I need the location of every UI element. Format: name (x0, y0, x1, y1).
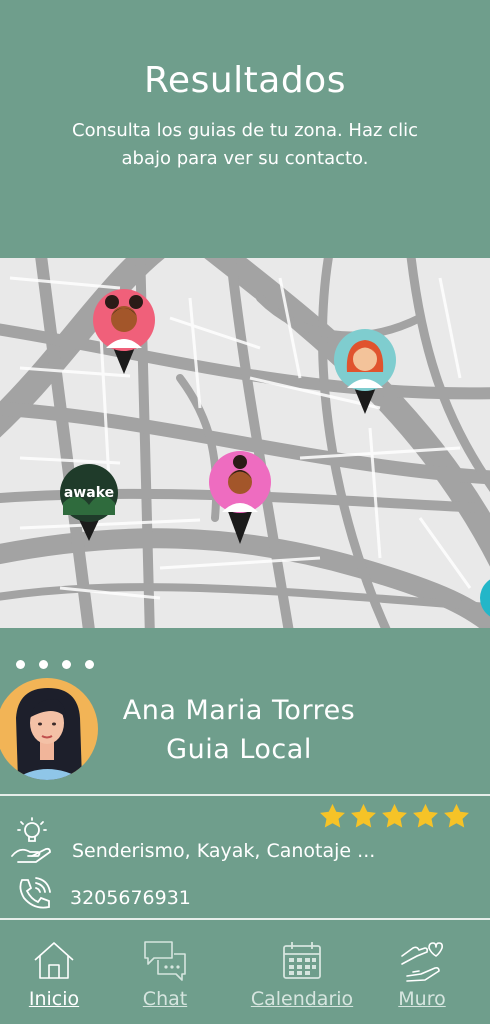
star-icon (413, 803, 438, 828)
guide-pin-3[interactable]: awake (57, 463, 121, 543)
guide-pin-4[interactable] (208, 450, 272, 546)
star-icon (382, 803, 407, 828)
bottom-nav: Inicio Chat Calendario Muro (0, 926, 490, 1024)
guide-avatar[interactable] (0, 678, 98, 780)
carousel-dot[interactable] (16, 660, 25, 669)
guide-pin-2[interactable] (333, 328, 397, 418)
header: Resultados Consulta los guias de tu zona… (0, 0, 490, 258)
phone-icon[interactable] (14, 874, 54, 914)
guide-pin-offscreen[interactable] (478, 576, 490, 624)
nav-label-calendario[interactable]: Calendario (240, 988, 364, 1010)
divider (0, 794, 490, 796)
page-title: Resultados (144, 60, 346, 101)
divider (0, 918, 490, 920)
carousel-dot[interactable] (85, 660, 94, 669)
chat-icon (144, 941, 186, 981)
carousel-dots[interactable] (16, 660, 94, 669)
guides-map[interactable]: awake (0, 258, 490, 628)
star-icon (351, 803, 376, 828)
skills-icon (11, 817, 51, 863)
nav-item-muro[interactable]: Muro (388, 926, 456, 1024)
map-streets (0, 258, 490, 628)
calendar-icon (283, 942, 321, 979)
carousel-dot[interactable] (39, 660, 48, 669)
awake-logo-text: awake (64, 485, 114, 501)
nav-label-inicio[interactable]: Inicio (14, 988, 94, 1010)
rating-stars (318, 802, 471, 831)
guide-skills: Senderismo, Kayak, Canotaje ... (72, 840, 376, 862)
guide-pin-1[interactable] (92, 288, 156, 378)
star-icon (320, 803, 345, 828)
star-icon (444, 803, 469, 828)
guide-role: Guia Local (166, 734, 312, 765)
nav-item-inicio[interactable]: Inicio (14, 926, 94, 1024)
home-icon (34, 942, 74, 979)
wall-icon (401, 942, 443, 982)
page-subtitle: Consulta los guias de tu zona. Haz clic … (72, 120, 418, 169)
guide-name: Ana Maria Torres (122, 695, 356, 726)
nav-label-chat[interactable]: Chat (126, 988, 204, 1010)
guide-phone[interactable]: 3205676931 (70, 887, 191, 909)
nav-label-muro[interactable]: Muro (388, 988, 456, 1010)
nav-item-chat[interactable]: Chat (126, 926, 204, 1024)
nav-item-calendario[interactable]: Calendario (240, 926, 364, 1024)
carousel-dot[interactable] (62, 660, 71, 669)
